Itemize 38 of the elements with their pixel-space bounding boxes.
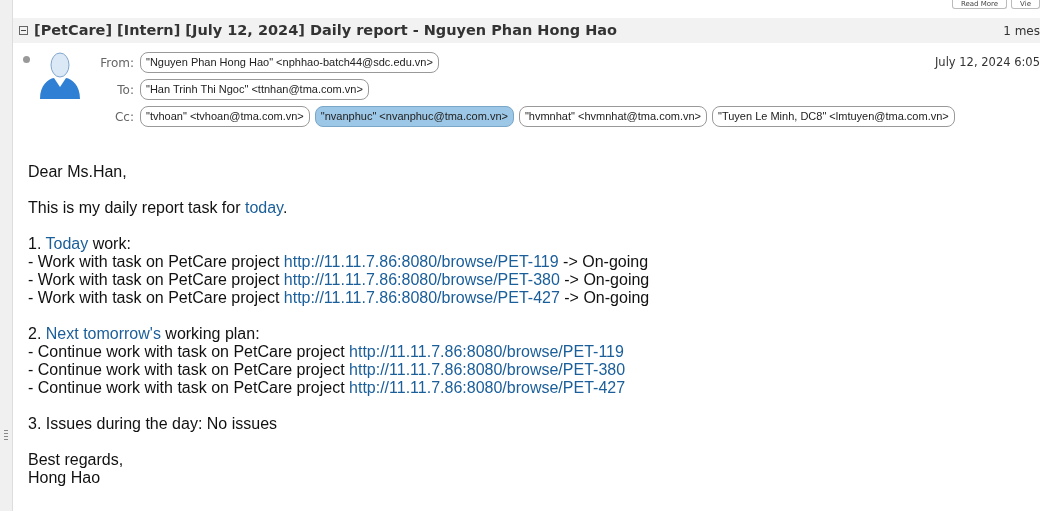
body-text: - Work with task on PetCare project http://11.11.7.86:8080/browse/PET-380 -> On-going [28, 271, 651, 289]
collapse-icon[interactable] [19, 26, 28, 35]
body-text: - Continue work with task on PetCare project http://11.11.7.86:8080/browse/PET-119 [28, 343, 625, 361]
resize-grip-icon[interactable] [4, 430, 8, 442]
message-count: 1 mes [1003, 22, 1040, 40]
body-text: 3. Issues during the day: No issues [28, 415, 279, 433]
body-text: Best regards, [28, 451, 125, 469]
field-label: From: [99, 54, 135, 72]
link[interactable]: http://11.11.7.86:8080/browse/PET-119 [283, 253, 559, 270]
recipient-chip[interactable]: "Nguyen Phan Hong Hao" <nphhao-batch44@sdc.edu.vn> [140, 52, 439, 73]
body-text: Hong Hao [28, 469, 102, 487]
recipient-chip[interactable]: "nvanphuc" <nvanphuc@tma.com.vn> [314, 106, 514, 127]
link[interactable]: http://11.11.7.86:8080/browse/PET-380 [349, 361, 626, 378]
body-text: 1. Today work: [28, 235, 132, 253]
field-label: To: [116, 81, 135, 99]
recipient-chip[interactable]: "hvmnhat" <hvmnhat@tma.com.vn> [518, 106, 708, 127]
link[interactable]: Today [45, 235, 89, 252]
body-text: 2. Next tomorrow's working plan: [28, 325, 261, 343]
link[interactable]: http://11.11.7.86:8080/browse/PET-427 [283, 289, 560, 306]
recipient-chip[interactable]: "tvhoan" <tvhoan@tma.com.vn> [140, 106, 310, 127]
body-text: Dear Ms.Han, [28, 163, 128, 181]
link[interactable]: http://11.11.7.86:8080/browse/PET-427 [349, 379, 626, 396]
body-text: - Work with task on PetCare project http://11.11.7.86:8080/browse/PET-427 -> On-going [28, 289, 651, 307]
thread-subject: [PetCare] [Intern] [July 12, 2024] Daily report - Nguyen Phan Hong Hao [34, 20, 618, 40]
message-date: July 12, 2024 6:05 [934, 53, 1040, 71]
link[interactable]: today [244, 199, 283, 216]
link[interactable]: http://11.11.7.86:8080/browse/PET-119 [349, 343, 624, 360]
link[interactable]: http://11.11.7.86:8080/browse/PET-380 [283, 271, 560, 288]
body-text: - Continue work with task on PetCare project http://11.11.7.86:8080/browse/PET-380 [28, 361, 627, 379]
link[interactable]: Next tomorrow's [45, 325, 161, 342]
recipient-chip[interactable]: "Tuyen Le Minh, DC8" <lmtuyen@tma.com.vn> [712, 106, 955, 127]
body-text: - Continue work with task on PetCare project http://11.11.7.86:8080/browse/PET-427 [28, 379, 627, 397]
body-text: This is my daily report task for today. [28, 199, 289, 217]
unread-dot-icon [23, 56, 30, 63]
field-label: Cc: [113, 108, 135, 126]
recipient-chip[interactable]: "Han Trinh Thi Ngoc" <ttnhan@tma.com.vn> [140, 79, 369, 100]
avatar-icon [38, 51, 82, 99]
body-text: - Work with task on PetCare project http://11.11.7.86:8080/browse/PET-119 -> On-going [28, 253, 650, 271]
